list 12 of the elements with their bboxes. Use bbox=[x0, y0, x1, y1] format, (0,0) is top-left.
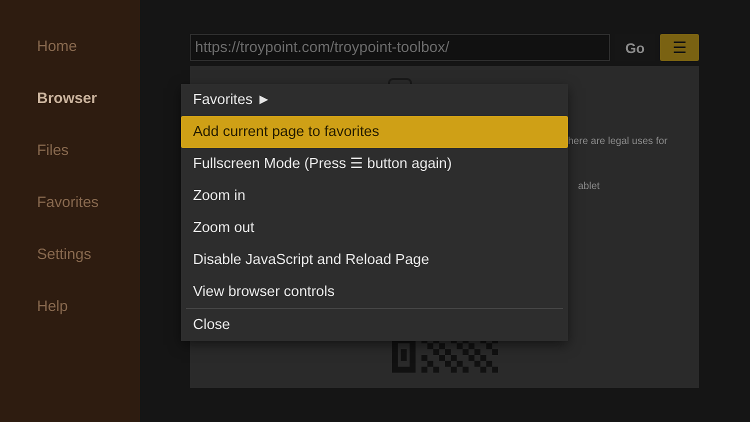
page-text: here are legal uses for bbox=[568, 136, 668, 147]
menu-item[interactable]: Zoom out bbox=[181, 212, 568, 244]
menu-item[interactable]: Close bbox=[181, 309, 568, 341]
sidebar-item[interactable]: Browser bbox=[0, 90, 140, 142]
menu-item[interactable]: Disable JavaScript and Reload Page bbox=[181, 244, 568, 276]
menu-item[interactable]: View browser controls bbox=[181, 276, 568, 308]
menu-item[interactable]: Fullscreen Mode (Press ☰ button again) bbox=[181, 148, 568, 180]
menu-item[interactable]: Favorites ► bbox=[181, 84, 568, 116]
url-field[interactable]: https://troypoint.com/troypoint-toolbox/ bbox=[190, 34, 610, 61]
menu-item[interactable]: Zoom in bbox=[181, 180, 568, 212]
menu-item[interactable]: Add current page to favorites bbox=[181, 116, 568, 148]
page-text: ablet bbox=[578, 181, 601, 192]
